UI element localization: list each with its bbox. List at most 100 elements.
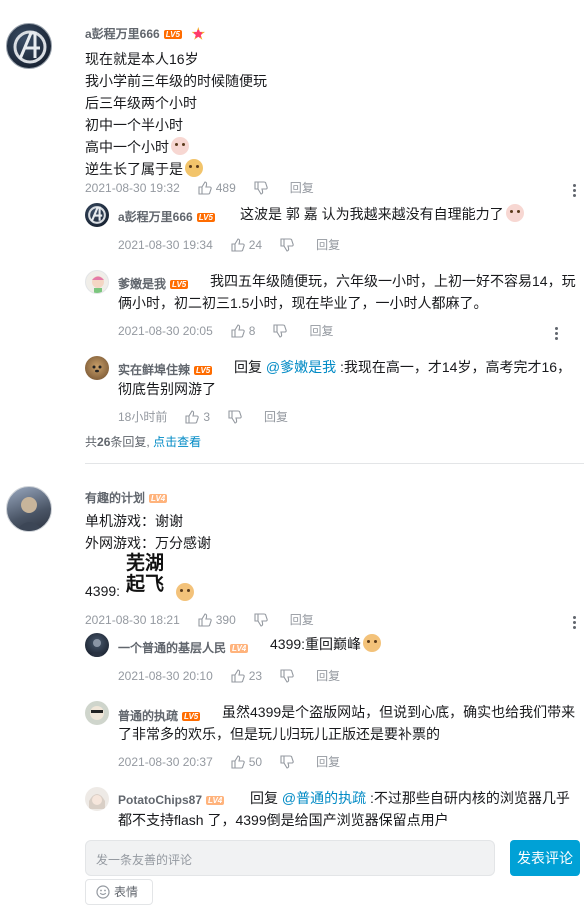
reply-button[interactable]: 回复 — [264, 408, 288, 425]
reply-text: 4399:重回巅峰 — [270, 636, 362, 652]
like-count: 50 — [248, 754, 263, 769]
thumbs-up-icon — [231, 754, 245, 769]
reply-button[interactable]: 回复 — [316, 753, 340, 770]
avatar[interactable] — [85, 633, 109, 657]
reply-content: 我四五年级随便玩，六年级一小时，上初一好不容易14，玩 俩小时，初二初三1.5小… — [118, 270, 584, 314]
comment-meta: 2021-08-30 18:21 390 回复 — [85, 611, 332, 628]
dog-emoji-icon — [176, 583, 194, 601]
submit-comment-button[interactable]: 发表评论 — [510, 840, 580, 876]
like-button[interactable]: 489 — [198, 181, 236, 195]
reply-button[interactable]: 回复 — [316, 667, 340, 684]
username-text[interactable]: 有趣的计划 — [85, 491, 145, 505]
thumbs-up-icon — [198, 180, 212, 195]
comment-username[interactable]: 有趣的计划 LV4 — [85, 489, 168, 506]
reply-count: 26 — [97, 435, 111, 449]
timestamp: 2021-08-30 19:32 — [85, 180, 180, 195]
comment-input[interactable]: 发一条友善的评论 — [85, 840, 495, 876]
comment-line: 单机游戏：谢谢 — [85, 513, 183, 529]
comment-content: 单机游戏：谢谢 外网游戏：万分感谢 — [85, 510, 211, 554]
smiley-icon — [96, 885, 110, 899]
like-count: 489 — [215, 180, 236, 195]
view-replies-link[interactable]: 点击查看 — [153, 435, 201, 449]
mention-link[interactable]: @爹嫩是我 — [266, 359, 336, 375]
dislike-button[interactable] — [254, 612, 272, 627]
mention-link[interactable]: @普通的执疏 — [282, 790, 366, 806]
avatar[interactable] — [85, 270, 109, 294]
more-options-icon[interactable] — [573, 184, 577, 199]
timestamp: 2021-08-30 20:37 — [118, 754, 213, 769]
pig-emoji-icon — [505, 204, 524, 222]
reply-prefix: 回复 — [234, 359, 262, 375]
avatar[interactable] — [6, 23, 52, 69]
comment-composer: 发一条友善的评论 发表评论 表情 — [0, 836, 584, 920]
avengers-logo-icon — [88, 206, 106, 224]
reply-text: :我现在高一，才14岁，高考完才16， — [340, 359, 572, 375]
sunglasses-avatar-icon — [90, 706, 104, 720]
like-count: 23 — [248, 668, 263, 683]
like-button[interactable]: 50 — [231, 755, 262, 769]
reply-content: 4399:重回巅峰 — [270, 633, 382, 655]
reply-username[interactable]: 一个普通的基层人民 LV4 — [118, 639, 249, 656]
like-button[interactable]: 390 — [198, 613, 236, 627]
reply-text: :不过那些自研内核的浏览器几乎 — [370, 790, 570, 806]
avatar[interactable] — [85, 787, 109, 811]
dislike-button[interactable] — [280, 668, 298, 683]
replies-summary: 共26条回复, 点击查看 — [85, 433, 201, 450]
like-button[interactable]: 23 — [231, 669, 262, 683]
dog-emoji-icon — [363, 634, 382, 652]
like-count: 390 — [215, 612, 236, 627]
thumbs-down-icon — [273, 323, 288, 338]
reply-username[interactable]: a彭程万里666 LV5 — [118, 208, 215, 225]
dog-avatar-icon — [92, 365, 102, 373]
reply-line: 回复 @爹嫩是我 :我现在高一，才14岁，高考完才16， — [118, 356, 584, 378]
reply-meta: 2021-08-30 20:37 50 回复 — [118, 753, 358, 770]
dark-avatar-icon — [89, 639, 105, 657]
reply-button[interactable]: 回复 — [290, 179, 314, 196]
username-text[interactable]: a彭程万里666 — [118, 210, 193, 224]
comment-line-4399: 4399: — [85, 580, 120, 602]
dislike-button[interactable] — [280, 754, 298, 769]
like-count: 3 — [203, 409, 211, 424]
timestamp: 2021-08-30 19:34 — [118, 237, 213, 252]
comment-line: 现在就是本人16岁 — [85, 51, 199, 67]
like-button[interactable]: 8 — [231, 324, 255, 338]
reply-line: 虽然4399是个盗版网站，但说到心底，确实也给我们带来 — [222, 704, 576, 720]
comment-line: 后三年级两个小时 — [85, 95, 197, 111]
sticker-text: 起飞 — [126, 573, 165, 595]
comment-line-with-emoji: 高中一个小时 — [85, 136, 267, 158]
reply-button[interactable]: 回复 — [290, 611, 314, 628]
level-badge: LV5 — [163, 30, 182, 40]
username-text[interactable]: a彭程万里666 — [85, 27, 160, 41]
avatar[interactable] — [85, 203, 109, 227]
like-button[interactable]: 3 — [185, 410, 210, 424]
dislike-button[interactable] — [254, 180, 272, 195]
reply-line: 了非常多的欢乐，但是玩儿归玩儿正版还是要补票的 — [118, 726, 440, 742]
avatar[interactable] — [85, 356, 109, 380]
thumbs-down-icon — [280, 754, 294, 769]
reply-button[interactable]: 回复 — [309, 322, 333, 339]
like-count: 24 — [248, 237, 263, 252]
like-button[interactable]: 24 — [231, 238, 262, 252]
reply-content: 虽然4399是个盗版网站，但说到心底，确实也给我们带来 了非常多的欢乐，但是玩儿… — [118, 701, 584, 745]
dislike-button[interactable] — [228, 409, 246, 424]
avatar[interactable] — [85, 701, 109, 725]
comment-content: 现在就是本人16岁 我小学前三年级的时候随便玩 后三年级两个小时 初中一个半小时… — [85, 48, 267, 180]
comment-line: 我小学前三年级的时候随便玩 — [85, 73, 267, 89]
comment-username[interactable]: a彭程万里666 LV5 — [85, 25, 206, 42]
timestamp: 2021-08-30 20:10 — [118, 668, 213, 683]
emoji-label: 表情 — [114, 885, 139, 899]
thumbs-up-icon — [231, 668, 245, 683]
dislike-button[interactable] — [280, 237, 298, 252]
username-text[interactable]: 一个普通的基层人民 — [118, 641, 226, 655]
reply-button[interactable]: 回复 — [316, 236, 340, 253]
comment-line: 初中一个半小时 — [85, 117, 183, 133]
emoji-button[interactable]: 表情 — [85, 879, 153, 905]
avatar[interactable] — [6, 486, 52, 532]
dislike-button[interactable] — [273, 323, 291, 338]
medal-icon — [191, 27, 206, 40]
more-options-icon[interactable] — [555, 327, 559, 342]
pig-emoji-icon — [171, 137, 189, 155]
more-options-icon[interactable] — [573, 616, 577, 631]
reply-meta: 2021-08-30 20:10 23 回复 — [118, 667, 358, 684]
avengers-logo-icon — [13, 30, 47, 64]
